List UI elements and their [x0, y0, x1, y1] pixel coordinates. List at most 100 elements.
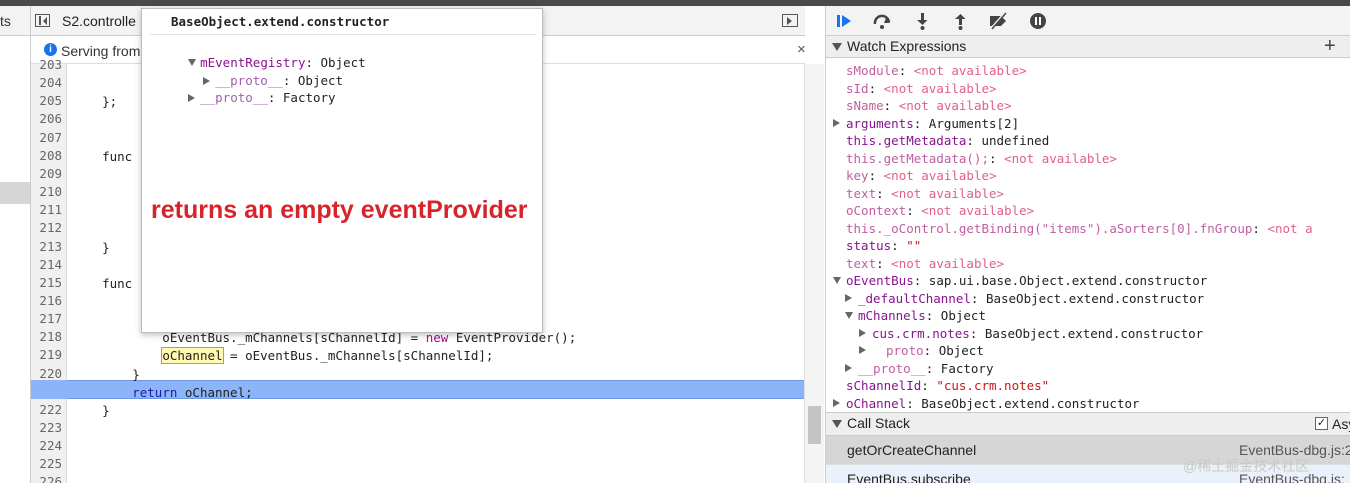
watch-expression-row[interactable]: text: <not available> [846, 185, 1004, 202]
expand-right-icon[interactable] [845, 363, 852, 372]
navigator-tab[interactable]: ts [0, 6, 30, 36]
line-number[interactable]: 218 [39, 329, 62, 344]
watch-expression-name: proto [886, 343, 924, 358]
watch-expression-row[interactable]: sModule: <not available> [846, 62, 1027, 79]
watch-expression-row[interactable]: status: "" [846, 237, 921, 254]
expand-right-icon[interactable] [859, 328, 866, 337]
line-number-gutter[interactable]: 203 204 205 206 207 208 209 210 211 212 213 214 215 2… [31, 57, 67, 483]
close-icon[interactable]: × [797, 41, 806, 58]
line-number[interactable]: 208 [39, 148, 62, 163]
expand-down-icon[interactable] [833, 277, 841, 284]
watch-expression-row[interactable]: this.getMetadata: undefined [846, 132, 1049, 149]
resume-icon[interactable] [832, 10, 856, 32]
line-number[interactable]: 204 [39, 75, 62, 90]
line-number[interactable]: 224 [39, 438, 62, 453]
expand-right-icon[interactable] [188, 94, 196, 102]
annotation-text: returns an empty eventProvider [151, 196, 528, 224]
watch-expression-name: oEventBus [846, 273, 914, 288]
watch-expression-row[interactable]: oEventBus: sap.ui.base.Object.extend.con… [846, 272, 1207, 289]
watch-expression-row[interactable]: arguments: Arguments[2] [846, 115, 1019, 132]
watch-expression-name: this.getMetadata(); [846, 150, 989, 166]
line-number[interactable]: 214 [39, 257, 62, 272]
code-line: func [72, 275, 133, 291]
step-into-icon[interactable] [910, 10, 934, 32]
line-number[interactable]: 225 [39, 456, 62, 471]
line-number[interactable]: 216 [39, 293, 62, 308]
line-number[interactable]: 215 [39, 275, 62, 290]
hovered-variable[interactable]: oChannel [161, 347, 224, 365]
watch-expression-row[interactable]: key: <not available> [846, 167, 997, 184]
info-icon: i [44, 43, 57, 56]
watch-expression-row[interactable]: this.getMetadata();: <not available> [846, 150, 1117, 167]
navigator-panel: ts [0, 6, 31, 483]
call-stack-header[interactable]: Call Stack ✓ Asy [826, 412, 1350, 436]
step-out-icon[interactable] [948, 10, 972, 32]
watch-expression-row[interactable]: this._oControl.getBinding("items").aSort… [846, 220, 1313, 237]
watch-expression-row[interactable]: oChannel: BaseObject.extend.constructor [846, 395, 1140, 412]
watch-expression-name: mChannels [858, 308, 926, 323]
line-number[interactable]: 207 [39, 130, 62, 145]
watch-expression-row[interactable]: __proto__: Factory [858, 360, 993, 377]
expand-right-icon[interactable] [859, 346, 866, 354]
async-checkbox[interactable]: ✓ [1315, 417, 1328, 430]
editor-scrollbar-thumb[interactable] [808, 406, 821, 444]
expand-right-icon[interactable] [833, 398, 840, 407]
watch-expression-row[interactable]: proto: Object [886, 342, 984, 359]
watch-expression-value: <not available> [1004, 150, 1117, 166]
async-label: Asy [1332, 416, 1350, 432]
toggle-navigator-icon[interactable] [35, 14, 50, 27]
pause-on-exceptions-icon[interactable] [1026, 10, 1050, 32]
watch-expression-row[interactable]: text: <not available> [846, 255, 1004, 272]
code-line: func [72, 148, 133, 164]
watch-expression-value: <not available> [913, 63, 1027, 78]
line-number[interactable]: 211 [39, 202, 62, 217]
watch-expression-row[interactable]: sId: <not available> [846, 80, 997, 97]
expand-right-icon[interactable] [845, 293, 852, 302]
editor-tab-file[interactable]: S2.controlle [62, 13, 136, 29]
watch-expression-row[interactable]: _defaultChannel: BaseObject.extend.const… [858, 290, 1204, 307]
line-number[interactable]: 210 [39, 184, 62, 199]
popover-row-proto-factory[interactable]: __proto__: Factory [158, 72, 336, 123]
expand-right-icon[interactable] [833, 118, 840, 127]
call-frame-name: getOrCreateChannel [847, 442, 977, 458]
watch-expression-row[interactable]: mChannels: Object [858, 307, 986, 324]
watch-expression-name: __proto__ [858, 360, 926, 376]
line-number[interactable]: 203 [39, 57, 62, 72]
watch-expression-value: Object [940, 308, 986, 323]
expand-down-icon[interactable] [845, 312, 853, 319]
line-number[interactable]: 206 [39, 111, 62, 126]
line-number[interactable]: 205 [39, 93, 62, 108]
navigator-selected-row[interactable] [0, 182, 30, 204]
line-number[interactable]: 217 [39, 311, 62, 326]
step-over-icon[interactable] [870, 10, 894, 32]
watch-expression-value: Object [938, 343, 984, 358]
watch-expression-value: <not available> [883, 168, 997, 183]
watch-expression-row[interactable]: oContext: <not available> [846, 202, 1034, 219]
watch-expression-name: this._oControl.getBinding("items").aSort… [846, 220, 1253, 236]
watch-expression-row[interactable]: cus.crm.notes: BaseObject.extend.constru… [872, 325, 1203, 342]
editor-scrollbar[interactable] [804, 64, 824, 483]
watch-expression-value: undefined [981, 133, 1050, 148]
debugger-sidebar: Watch Expressions + sModule: <not availa… [825, 6, 1350, 483]
info-message: Serving from [61, 43, 141, 59]
line-number[interactable]: 213 [39, 239, 62, 254]
line-number[interactable]: 226 [39, 474, 62, 483]
watch-expression-value: BaseObject.extend.constructor [985, 290, 1205, 306]
line-number[interactable]: 212 [39, 220, 62, 235]
watch-expressions-header[interactable]: Watch Expressions + [826, 35, 1350, 58]
watch-expression-name: oContext [846, 203, 907, 218]
collapse-icon[interactable] [832, 43, 842, 51]
watch-expression-value: "" [906, 238, 922, 253]
line-number[interactable]: 220 [39, 366, 62, 381]
watch-expression-row[interactable]: sName: <not available> [846, 97, 1012, 114]
collapse-icon[interactable] [832, 420, 842, 428]
toggle-debugger-icon[interactable] [782, 14, 798, 27]
deactivate-breakpoints-icon[interactable] [986, 10, 1010, 32]
watch-expression-row[interactable]: sChannelId: "cus.crm.notes" [846, 377, 1049, 394]
line-number[interactable]: 209 [39, 166, 62, 181]
watch-expression-name: this.getMetadata [846, 133, 967, 148]
line-number[interactable]: 223 [39, 420, 62, 435]
line-number[interactable]: 222 [39, 402, 62, 417]
add-watch-icon[interactable]: + [1324, 35, 1336, 58]
line-number[interactable]: 219 [39, 347, 62, 362]
